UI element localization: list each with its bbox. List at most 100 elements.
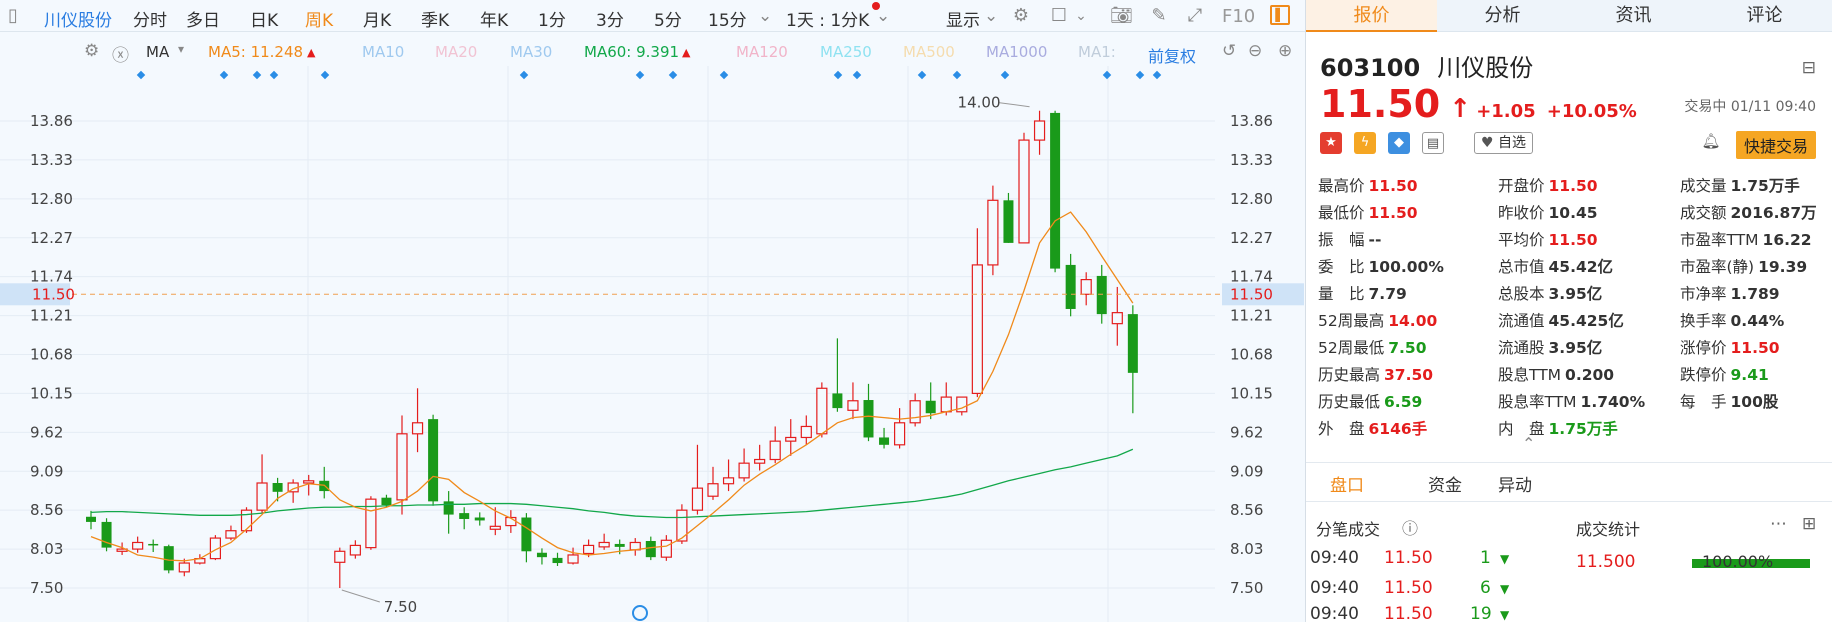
tag-icon[interactable]: ◆ xyxy=(1388,132,1410,154)
quote-field: 流通值 45.425亿 xyxy=(1498,309,1624,331)
stock-name-tab[interactable]: 川仪股份 xyxy=(44,6,112,31)
stats-price: 11.500 xyxy=(1576,552,1636,572)
event-marker-icon xyxy=(136,70,146,80)
event-marker-icon xyxy=(252,70,262,80)
side-panel-toggle-icon[interactable]: ▌ xyxy=(1270,5,1290,25)
adjust-mode-button[interactable]: 前复权 xyxy=(1148,43,1196,67)
period-more-chevron-icon[interactable]: ⌄ xyxy=(758,6,772,26)
event-marker-icon xyxy=(320,70,330,80)
quote-field-label: 开盘价 xyxy=(1498,177,1545,195)
ma-dropdown-chevron-icon[interactable]: ▾ xyxy=(178,42,184,56)
tab-quote[interactable]: 报价 xyxy=(1306,0,1437,32)
collapse-panel-icon[interactable]: ⊟ xyxy=(1802,58,1816,78)
quote-field-value: 1.789 xyxy=(1730,285,1780,303)
zoom-in-icon[interactable]: ⊕ xyxy=(1278,41,1292,61)
app-window: ▯ 川仪股份 分时 多日 日K 周K 月K 季K 年K 1分 3分 5分 15分… xyxy=(0,0,1832,622)
tab-3min[interactable]: 3分 xyxy=(596,6,624,31)
fullscreen-expand-icon[interactable]: ⤢ xyxy=(1184,5,1206,27)
candle-body-down xyxy=(879,437,890,445)
quote-field-value: 45.42亿 xyxy=(1548,258,1614,276)
layout-chevron-icon[interactable]: ⌄ xyxy=(1070,5,1092,27)
event-marker-icon xyxy=(519,70,529,80)
quote-row: 外 盘 6146手 内 盘 1.75万手 xyxy=(1318,417,1828,444)
camera-icon[interactable]: 📷︎ xyxy=(1110,5,1133,27)
zoom-out-icon[interactable]: ⊖ xyxy=(1248,41,1262,61)
ma1000-label: MA1000 xyxy=(986,43,1048,61)
interval-select[interactable]: 1天 : 1分K xyxy=(786,6,869,31)
tab-week-k[interactable]: 周K xyxy=(305,6,333,31)
tab-news[interactable]: 资讯 xyxy=(1568,0,1699,32)
ma20-label: MA20 xyxy=(435,43,478,61)
tab-funds[interactable]: 资金 xyxy=(1428,471,1462,496)
tab-month-k[interactable]: 月K xyxy=(363,6,391,31)
quote-field: 振 幅 -- xyxy=(1318,228,1381,250)
quote-field-label: 52周最高 xyxy=(1318,312,1385,330)
candle-body-up xyxy=(785,436,797,442)
expand-chevron-icon[interactable]: ⌃ xyxy=(1522,434,1535,453)
tab-year-k[interactable]: 年K xyxy=(480,6,508,31)
undo-icon[interactable]: ↺ xyxy=(1222,41,1236,61)
quote-field: 市盈率TTM 16.22 xyxy=(1680,228,1812,250)
candle-body-up xyxy=(334,550,346,563)
candle-body-up xyxy=(411,422,424,435)
quote-field-value: -- xyxy=(1368,231,1382,249)
quote-row: 振 幅 -- 平均价 11.50 市盈率TTM 16.22 xyxy=(1318,228,1828,255)
settings-gear-icon[interactable]: ⚙ xyxy=(1010,5,1032,27)
chart-pane: ▯ 川仪股份 分时 多日 日K 周K 月K 季K 年K 1分 3分 5分 15分… xyxy=(0,0,1305,622)
tab-15min[interactable]: 15分 xyxy=(708,6,747,31)
tick-sell-arrow-icon: ▼ xyxy=(1500,552,1510,566)
sidebar-toggle-icon[interactable]: ▯ xyxy=(2,5,24,27)
quote-field-label: 市盈率TTM xyxy=(1680,231,1759,249)
pen-draw-icon[interactable]: ✎ xyxy=(1148,5,1170,27)
ma-close-icon[interactable]: ⓧ xyxy=(112,41,129,66)
event-marker-icon xyxy=(668,70,678,80)
candle-body-down xyxy=(272,482,283,492)
lightning-icon[interactable]: ϟ xyxy=(1354,132,1376,154)
grid-view-icon[interactable]: ⊞ xyxy=(1802,514,1816,534)
tab-fenshi[interactable]: 分时 xyxy=(133,6,167,31)
candle-body-down xyxy=(536,552,547,558)
tab-day-k[interactable]: 日K xyxy=(250,6,278,31)
ma120-label: MA120 xyxy=(736,43,788,61)
candle-body-up xyxy=(676,509,688,542)
f10-button[interactable]: F10 xyxy=(1222,6,1255,27)
display-menu[interactable]: 显示 xyxy=(946,6,980,31)
tab-pankou[interactable]: 盘口 xyxy=(1330,471,1364,496)
more-options-icon[interactable]: ⋯ xyxy=(1770,514,1787,534)
quote-field-value: 6.59 xyxy=(1384,393,1423,411)
quote-field-label: 流通值 xyxy=(1498,312,1545,330)
y-tick-label-left: 8.03 xyxy=(30,540,63,558)
note-icon[interactable]: ▤ xyxy=(1422,132,1444,154)
interval-chevron-icon[interactable]: ⌄ xyxy=(876,6,890,26)
candle-body-up xyxy=(225,530,237,539)
tab-quarter-k[interactable]: 季K xyxy=(421,6,449,31)
candle-body-down xyxy=(614,543,625,547)
y-tick-label-right: 13.33 xyxy=(1230,151,1273,169)
quote-field-label: 最高价 xyxy=(1318,177,1365,195)
tab-comments[interactable]: 评论 xyxy=(1699,0,1830,32)
kline-chart-svg[interactable]: 13.86 13.86 13.33 13.33 12.80 12.80 12.27 12.27… xyxy=(0,66,1305,622)
candle-body-up xyxy=(240,509,253,532)
bell-alert-icon[interactable]: 🔔︎ xyxy=(1700,132,1722,154)
candle-body-down xyxy=(1065,264,1076,309)
tab-anomaly[interactable]: 异动 xyxy=(1498,471,1532,496)
tab-1min[interactable]: 1分 xyxy=(538,6,566,31)
quick-trade-button[interactable]: 快捷交易 xyxy=(1735,131,1816,159)
display-chevron-icon[interactable]: ⌄ xyxy=(984,6,998,26)
help-question-icon[interactable]: ⓘ xyxy=(1402,515,1418,539)
quote-field-label: 股息TTM xyxy=(1498,366,1562,384)
ma-settings-gear-icon[interactable]: ⚙ xyxy=(84,41,99,61)
layout-square-icon[interactable]: ☐ xyxy=(1048,5,1070,27)
tab-analysis[interactable]: 分析 xyxy=(1437,0,1568,32)
quote-field-value: 11.50 xyxy=(1548,177,1598,195)
candle-body-down xyxy=(148,543,159,546)
add-favorite-button[interactable]: ♥ 自选 xyxy=(1474,132,1534,154)
ma-label[interactable]: MA xyxy=(146,43,169,61)
candle-body-down xyxy=(863,400,874,438)
kline-chart-area[interactable]: 13.86 13.86 13.33 13.33 12.80 12.80 12.27 12.27… xyxy=(0,66,1305,622)
quote-field-value: 100股 xyxy=(1730,393,1779,411)
quote-field-value: 3.95亿 xyxy=(1548,285,1603,303)
quote-field: 市净率 1.789 xyxy=(1680,282,1780,304)
tab-duori[interactable]: 多日 xyxy=(186,6,220,31)
tab-5min[interactable]: 5分 xyxy=(654,6,682,31)
